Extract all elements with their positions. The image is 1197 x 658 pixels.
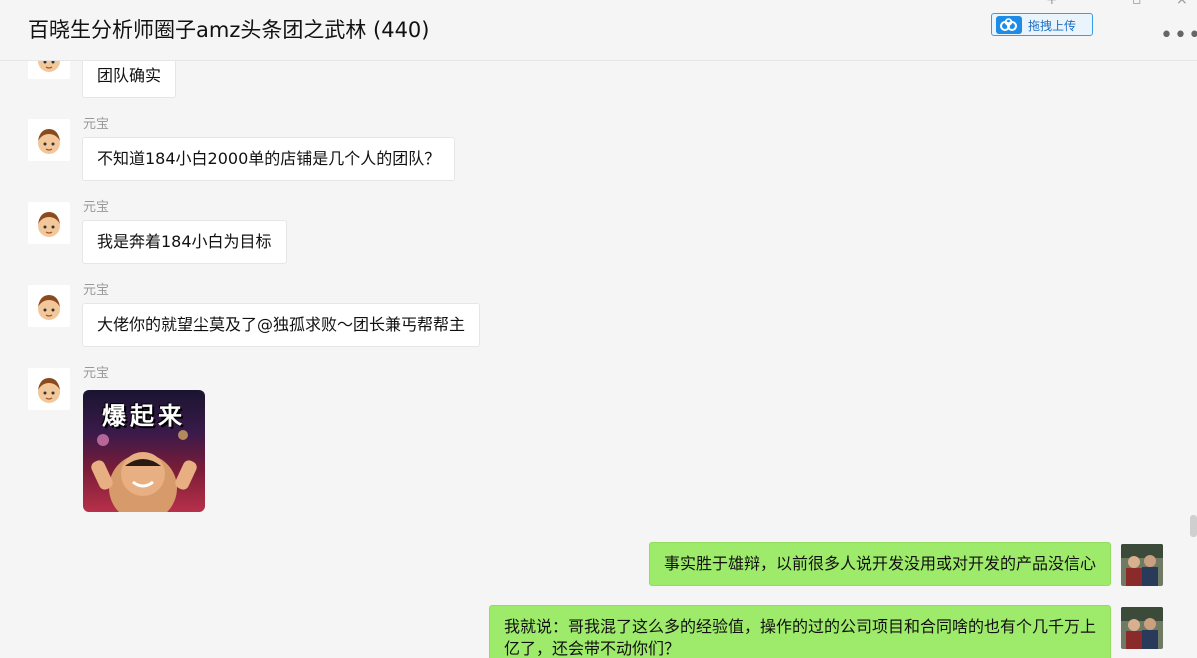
- pin-icon[interactable]: +: [1046, 0, 1058, 8]
- cloud-upload-icon: [996, 16, 1022, 34]
- scrollbar-thumb[interactable]: [1190, 515, 1197, 537]
- message-bubble[interactable]: 我是奔着184小白为目标: [82, 220, 287, 264]
- sender-name: 元宝: [83, 200, 110, 215]
- sender-name: 元宝: [83, 117, 110, 132]
- message-bubble-mine[interactable]: 事实胜于雄辩，以前很多人说开发没用或对开发的产品没信心: [648, 542, 1111, 586]
- avatar[interactable]: [28, 202, 70, 244]
- message-bubble[interactable]: 不知道184小白2000单的店铺是几个人的团队？: [82, 137, 456, 181]
- my-avatar[interactable]: [1121, 607, 1163, 649]
- sender-name: 元宝: [83, 283, 110, 298]
- message-bubble[interactable]: 大佬你的就望尘莫及了@独孤求败～团长兼丐帮帮主: [82, 303, 481, 347]
- more-options-icon[interactable]: •••: [1160, 25, 1197, 47]
- avatar[interactable]: [28, 61, 70, 79]
- avatar[interactable]: [28, 368, 70, 410]
- message-bubble[interactable]: 团队确实: [82, 61, 177, 98]
- sender-name: 元宝: [83, 366, 110, 381]
- chat-title: 百晓生分析师圈子amz头条团之武林 (440): [28, 18, 430, 42]
- sticker-image[interactable]: 爆起来: [83, 390, 205, 512]
- avatar[interactable]: [28, 285, 70, 327]
- popout-icon[interactable]: ▫: [1132, 0, 1142, 8]
- my-avatar[interactable]: [1121, 544, 1163, 586]
- upload-label: 拖拽上传: [1028, 19, 1077, 33]
- message-bubble-mine[interactable]: 我就说：哥我混了这么多的经验值，操作的过的公司项目和合同啥的也有个几千万上亿了，…: [489, 605, 1111, 658]
- avatar[interactable]: [28, 119, 70, 161]
- close-icon[interactable]: ×: [1176, 0, 1188, 8]
- chat-header: 百晓生分析师圈子amz头条团之武林 (440) 拖拽上传 + ▫ × •••: [0, 0, 1197, 61]
- sticker-caption: 爆起来: [102, 402, 186, 430]
- drag-upload-button[interactable]: 拖拽上传: [991, 13, 1093, 36]
- message-list[interactable]: 团队确实 元宝 不知道184小白2000单的店铺是几个人的团队？ 元宝 我是奔着…: [0, 61, 1190, 658]
